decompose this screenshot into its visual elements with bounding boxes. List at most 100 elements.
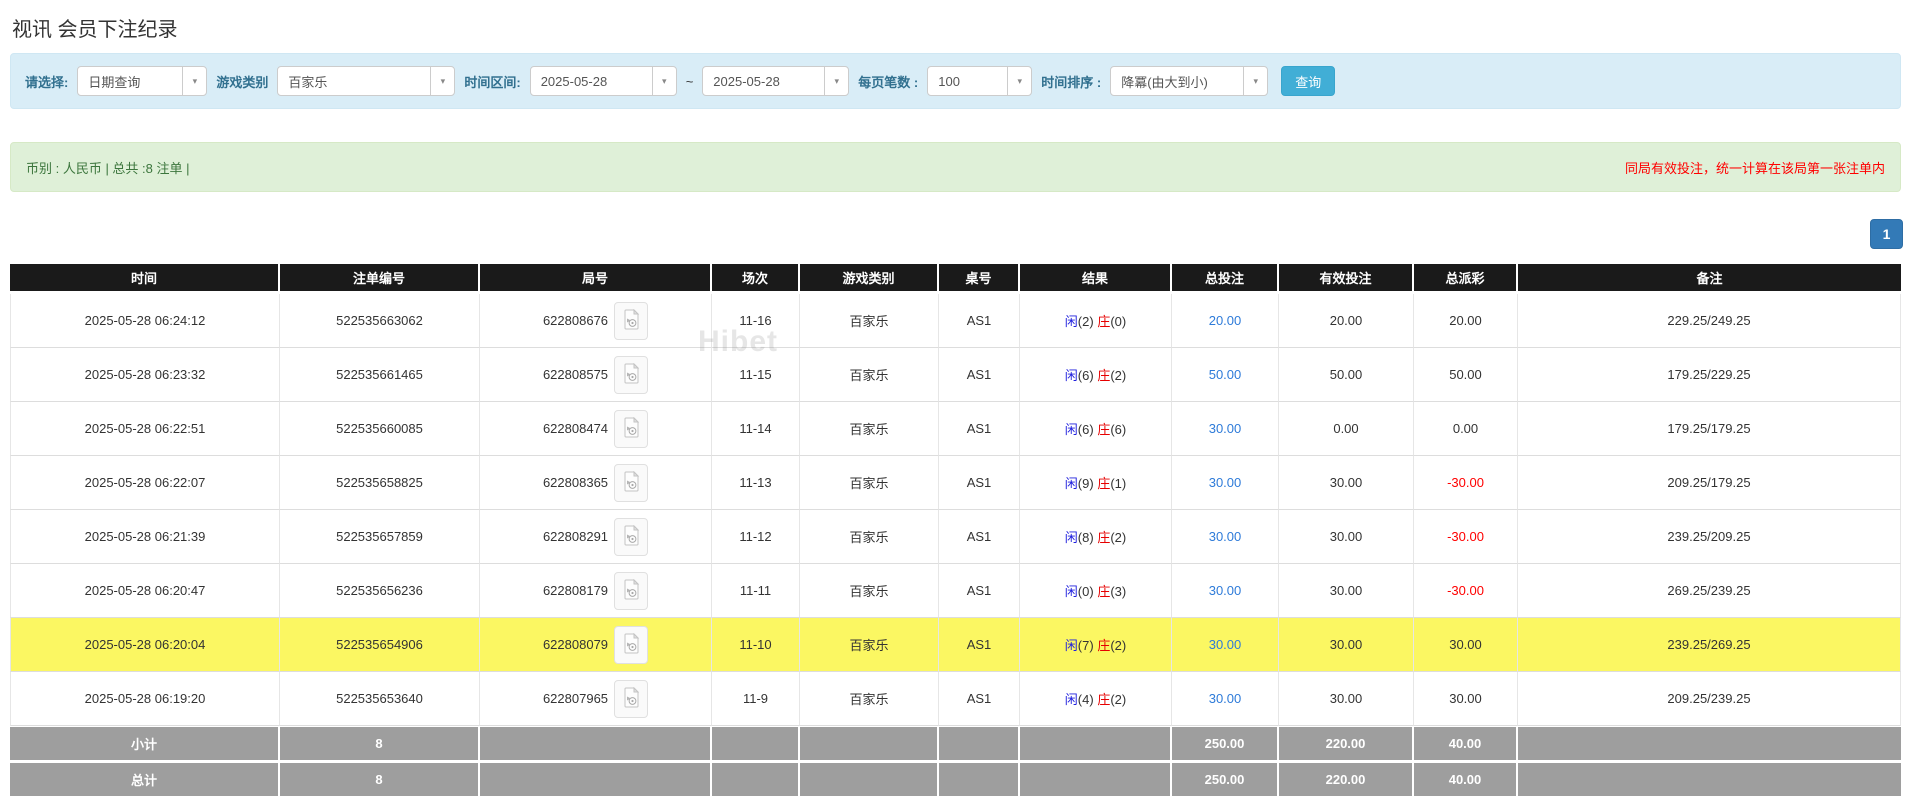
player-score: (4) xyxy=(1078,692,1094,707)
video-replay-button[interactable] xyxy=(614,410,648,448)
pagination: 1 xyxy=(10,219,1903,249)
video-replay-button[interactable] xyxy=(614,626,648,664)
video-replay-button[interactable] xyxy=(614,680,648,718)
game-type-label: 游戏类别 xyxy=(216,72,268,91)
summary-bar: 币别 : 人民币 | 总共 :8 注单 | 同局有效投注，统一计算在该局第一张注… xyxy=(10,142,1901,192)
total-bet-link[interactable]: 30.00 xyxy=(1209,529,1242,544)
round-id-value: 622808179 xyxy=(543,583,608,598)
round-id-wrap: 622808291 xyxy=(543,518,648,556)
cell-table-no: AS1 xyxy=(939,402,1020,456)
cell-result: 闲(9) 庄(1) xyxy=(1020,456,1172,510)
player-score: (8) xyxy=(1078,530,1094,545)
total-bet-link[interactable]: 30.00 xyxy=(1209,475,1242,490)
banker-result: 庄 xyxy=(1097,368,1110,383)
time-range-label: 时间区间: xyxy=(464,72,520,91)
video-replay-button[interactable] xyxy=(614,302,648,340)
cell-total-bet: 50.00 xyxy=(1172,348,1279,402)
cell-table-no: AS1 xyxy=(939,510,1020,564)
video-replay-button[interactable] xyxy=(614,518,648,556)
date-from-select[interactable]: 2025-05-28 ▾ xyxy=(530,66,677,96)
video-replay-button[interactable] xyxy=(614,464,648,502)
total-bet-link[interactable]: 30.00 xyxy=(1209,421,1242,436)
grandtotal-empty xyxy=(1020,762,1172,798)
time-sort-select[interactable]: 降冪(由大到小) ▾ xyxy=(1110,66,1268,96)
video-replay-button[interactable] xyxy=(614,572,648,610)
cell-result: 闲(7) 庄(2) xyxy=(1020,618,1172,672)
grandtotal-total-bet: 250.00 xyxy=(1172,762,1279,798)
cell-total-bet: 30.00 xyxy=(1172,564,1279,618)
round-id-value: 622808575 xyxy=(543,367,608,382)
cell-round-id: 622808575 xyxy=(480,348,712,402)
banker-result: 庄 xyxy=(1097,584,1110,599)
grandtotal-payout: 40.00 xyxy=(1414,762,1518,798)
video-replay-button[interactable] xyxy=(614,356,648,394)
video-file-icon xyxy=(623,471,640,495)
player-result: 闲 xyxy=(1065,584,1078,599)
cell-time: 2025-05-28 06:21:39 xyxy=(10,510,280,564)
grandtotal-empty xyxy=(480,762,712,798)
cell-valid-bet: 30.00 xyxy=(1279,618,1414,672)
query-button[interactable]: 查询 xyxy=(1281,66,1335,96)
video-file-icon xyxy=(623,417,640,441)
cell-valid-bet: 0.00 xyxy=(1279,402,1414,456)
round-id-value: 622808474 xyxy=(543,421,608,436)
table-row: 2025-05-28 06:21:39522535657859622808291… xyxy=(10,510,1901,564)
cell-valid-bet: 50.00 xyxy=(1279,348,1414,402)
cell-round-id: 622808676 xyxy=(480,294,712,348)
cell-result: 闲(2) 庄(0) xyxy=(1020,294,1172,348)
total-bet-link[interactable]: 30.00 xyxy=(1209,691,1242,706)
cell-bet-id: 522535663062 xyxy=(280,294,480,348)
video-file-icon xyxy=(623,363,640,387)
cell-round-id: 622808474 xyxy=(480,402,712,456)
total-bet-link[interactable]: 20.00 xyxy=(1209,313,1242,328)
banker-result: 庄 xyxy=(1097,422,1110,437)
player-score: (6) xyxy=(1078,422,1094,437)
cell-payout: 30.00 xyxy=(1414,618,1518,672)
cell-valid-bet: 30.00 xyxy=(1279,672,1414,726)
subtotal-valid-bet: 220.00 xyxy=(1279,726,1414,762)
banker-score: (3) xyxy=(1110,584,1126,599)
player-result: 闲 xyxy=(1065,638,1078,653)
bet-records-table: 时间注单编号局号场次游戏类别桌号结果总投注有效投注总派彩备注 2025-05-2… xyxy=(10,264,1901,798)
round-id-wrap: 622808179 xyxy=(543,572,648,610)
time-sort-label: 时间排序 : xyxy=(1041,72,1101,91)
date-to-select[interactable]: 2025-05-28 ▾ xyxy=(702,66,849,96)
round-id-wrap: 622808079 xyxy=(543,626,648,664)
banker-score: (6) xyxy=(1110,422,1126,437)
cell-bet-id: 522535656236 xyxy=(280,564,480,618)
player-result: 闲 xyxy=(1065,692,1078,707)
column-header-table-no: 桌号 xyxy=(939,264,1020,294)
query-type-select[interactable]: 日期查询 ▾ xyxy=(77,66,207,96)
banker-result: 庄 xyxy=(1097,314,1110,329)
cell-game-type: 百家乐 xyxy=(800,672,939,726)
column-header-result: 结果 xyxy=(1020,264,1172,294)
subtotal-row: 小计8250.00220.0040.00 xyxy=(10,726,1901,762)
round-id-value: 622808676 xyxy=(543,313,608,328)
game-type-select[interactable]: 百家乐 ▾ xyxy=(277,66,455,96)
subtotal-total-bet: 250.00 xyxy=(1172,726,1279,762)
cell-bet-id: 522535660085 xyxy=(280,402,480,456)
round-id-value: 622808365 xyxy=(543,475,608,490)
page-button-1[interactable]: 1 xyxy=(1870,219,1903,249)
cell-session: 11-14 xyxy=(712,402,800,456)
page-size-select[interactable]: 100 ▾ xyxy=(927,66,1032,96)
video-file-icon xyxy=(623,687,640,711)
cell-note: 269.25/239.25 xyxy=(1518,564,1901,618)
cell-session: 11-13 xyxy=(712,456,800,510)
subtotal-empty xyxy=(1020,726,1172,762)
page-title: 视讯 会员下注纪录 xyxy=(12,13,1911,42)
cell-bet-id: 522535658825 xyxy=(280,456,480,510)
cell-payout: 30.00 xyxy=(1414,672,1518,726)
cell-note: 179.25/179.25 xyxy=(1518,402,1901,456)
cell-note: 239.25/209.25 xyxy=(1518,510,1901,564)
banker-result: 庄 xyxy=(1097,638,1110,653)
total-bet-link[interactable]: 30.00 xyxy=(1209,583,1242,598)
column-header-note: 备注 xyxy=(1518,264,1901,294)
total-bet-link[interactable]: 30.00 xyxy=(1209,637,1242,652)
cell-payout: -30.00 xyxy=(1414,456,1518,510)
banker-result: 庄 xyxy=(1097,476,1110,491)
total-bet-link[interactable]: 50.00 xyxy=(1209,367,1242,382)
column-header-payout: 总派彩 xyxy=(1414,264,1518,294)
video-file-icon xyxy=(623,309,640,333)
cell-session: 11-15 xyxy=(712,348,800,402)
